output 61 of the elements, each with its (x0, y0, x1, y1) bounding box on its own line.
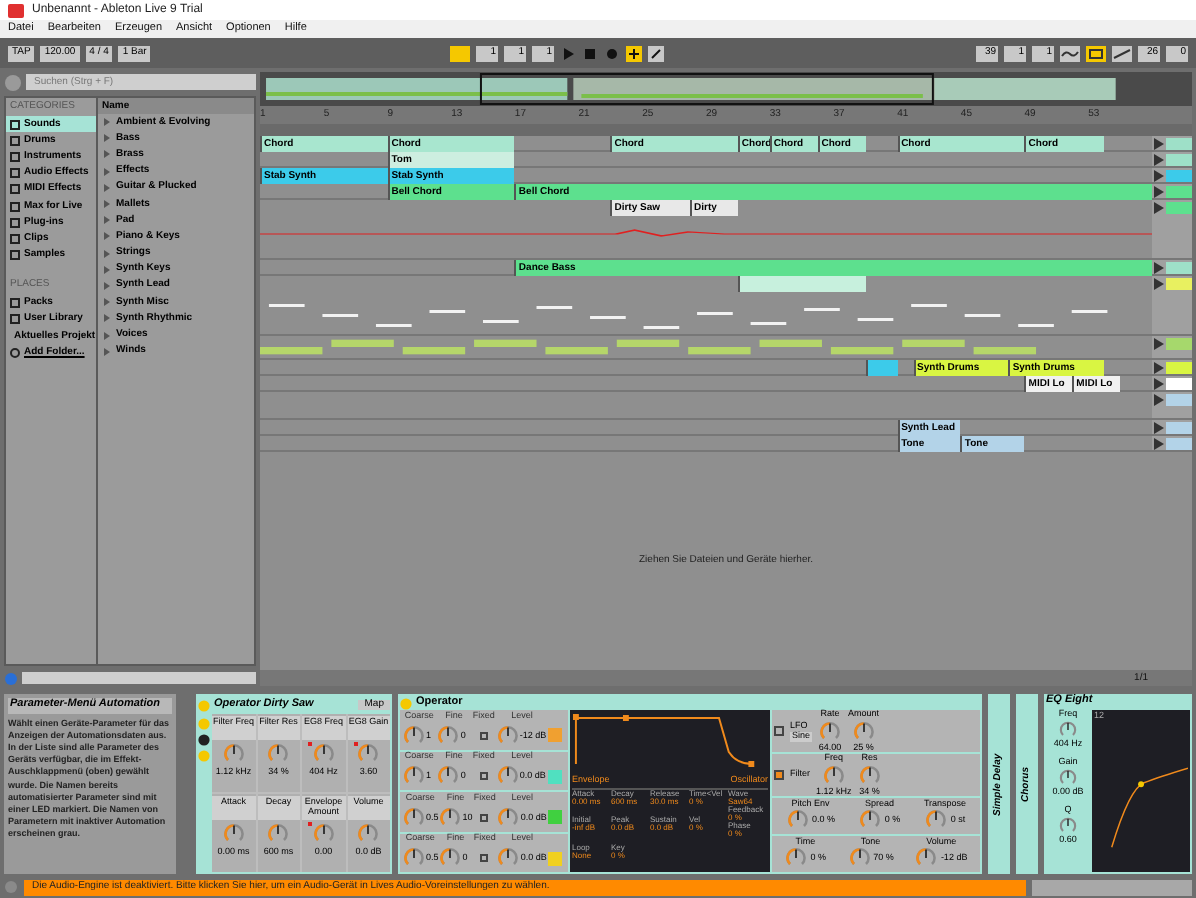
track-header[interactable] (1152, 336, 1192, 358)
knob[interactable] (402, 723, 426, 748)
knob[interactable] (495, 764, 520, 789)
knob[interactable] (1058, 815, 1078, 835)
knob[interactable] (495, 723, 520, 748)
knob[interactable] (311, 822, 336, 846)
track-header[interactable] (1152, 136, 1192, 150)
pencil-icon[interactable] (648, 45, 664, 61)
knob[interactable] (857, 763, 882, 787)
knob[interactable] (221, 822, 246, 846)
punch-in-icon[interactable] (1060, 45, 1080, 61)
play-icon[interactable] (560, 45, 576, 61)
knob[interactable] (266, 742, 291, 766)
knob[interactable] (821, 763, 846, 787)
knob[interactable] (402, 846, 426, 871)
track-header[interactable] (1152, 392, 1192, 418)
knob[interactable] (402, 805, 426, 830)
knob[interactable] (436, 723, 461, 748)
knob[interactable] (356, 742, 381, 766)
checkbox[interactable] (479, 731, 488, 740)
follow-toggle[interactable] (450, 45, 470, 61)
knob[interactable] (858, 808, 883, 833)
track-header[interactable] (1152, 360, 1192, 374)
knob[interactable] (1057, 767, 1078, 787)
knob[interactable] (438, 805, 463, 830)
knob[interactable] (924, 808, 949, 833)
knob[interactable] (847, 846, 872, 871)
knob[interactable] (1057, 719, 1078, 739)
punch-out-icon[interactable] (1112, 45, 1132, 61)
checkbox[interactable] (774, 726, 784, 736)
status-icon (4, 880, 18, 894)
track-header[interactable] (1152, 376, 1192, 390)
knob[interactable] (402, 764, 426, 789)
track-header[interactable] (1152, 168, 1192, 182)
knob[interactable] (496, 846, 521, 871)
knob[interactable] (851, 719, 876, 743)
knob[interactable] (438, 846, 463, 871)
knob[interactable] (356, 822, 381, 846)
loop-icon[interactable] (1086, 45, 1106, 61)
checkbox[interactable] (774, 770, 784, 780)
knob[interactable] (784, 846, 809, 871)
knob[interactable] (785, 808, 810, 833)
stop-icon[interactable] (582, 45, 598, 61)
app-icon (8, 3, 24, 17)
checkbox[interactable] (480, 813, 489, 822)
checkbox[interactable] (480, 854, 489, 863)
checkbox[interactable] (479, 772, 488, 781)
track-header[interactable] (1152, 152, 1192, 166)
knob[interactable] (914, 846, 939, 871)
track-header[interactable] (1152, 436, 1192, 450)
clip[interactable] (865, 360, 898, 376)
record-icon[interactable] (604, 45, 620, 61)
clip[interactable] (737, 276, 866, 292)
knob[interactable] (221, 742, 246, 766)
knob[interactable] (266, 822, 291, 846)
track-header[interactable] (1152, 420, 1192, 434)
knob[interactable] (496, 805, 521, 830)
knob[interactable] (818, 719, 843, 743)
knob[interactable] (436, 764, 461, 789)
browser-toggle-icon[interactable] (4, 73, 22, 91)
knob[interactable] (311, 742, 336, 766)
